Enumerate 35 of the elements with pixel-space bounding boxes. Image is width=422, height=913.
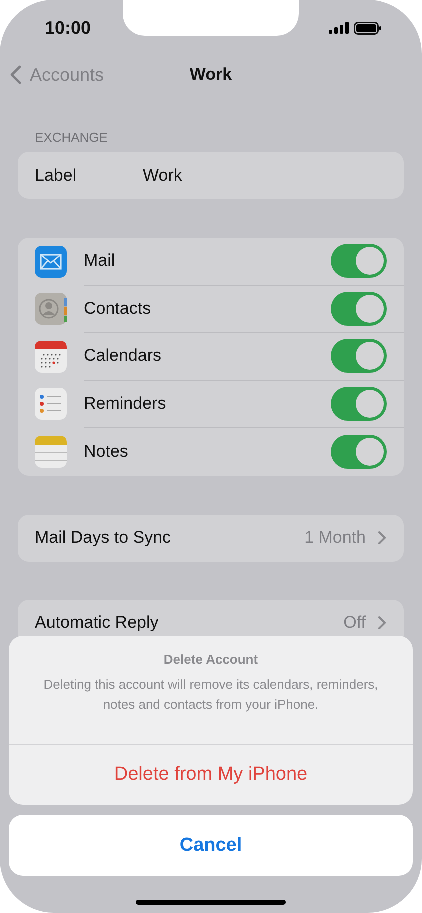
toggle-switch[interactable] — [331, 386, 387, 421]
chevron-left-icon — [10, 65, 22, 85]
section-header: EXCHANGE — [35, 130, 109, 145]
service-label: Calendars — [84, 346, 162, 366]
sheet-title: Delete Account — [162, 652, 260, 667]
toggle-switch[interactable] — [331, 292, 387, 326]
reply-value: Off — [344, 613, 366, 633]
sync-label: Mail Days to Sync — [35, 528, 172, 548]
sheet-message: Deleting this account will remove its calendars, reminders, notes and contacts from your iPhone. — [42, 676, 380, 714]
toggle-switch[interactable] — [331, 339, 387, 374]
service-label: Reminders — [84, 394, 166, 414]
delete-from-iphone-button[interactable]: Delete from My iPhone — [9, 745, 413, 805]
nav-title: Work — [190, 65, 232, 84]
toggle-switch[interactable] — [331, 434, 387, 469]
service-label: Contacts — [84, 298, 152, 319]
notepad-icon — [35, 436, 67, 468]
toggle-switch[interactable] — [331, 244, 387, 278]
chevron-right-icon — [378, 616, 387, 630]
cancel-button[interactable]: Cancel — [9, 815, 413, 876]
signal-icon — [329, 22, 349, 34]
sync-card[interactable]: Mail Days to Sync 1 Month — [18, 514, 404, 562]
sync-value: 1 Month — [304, 528, 366, 548]
label-value: Work — [143, 166, 182, 186]
contact-card-icon — [35, 293, 67, 326]
service-label: Notes — [84, 442, 128, 462]
chevron-right-icon — [378, 531, 387, 545]
battery-icon — [354, 22, 382, 34]
status-time: 10:00 — [45, 18, 92, 38]
envelope-icon — [35, 246, 67, 278]
reply-label: Automatic Reply — [35, 613, 159, 633]
label-title: Label — [35, 166, 78, 186]
back-button[interactable]: Accounts — [10, 64, 104, 86]
service-label: Mail — [84, 251, 116, 272]
calendar-icon — [35, 340, 67, 373]
checklist-icon — [35, 388, 67, 420]
